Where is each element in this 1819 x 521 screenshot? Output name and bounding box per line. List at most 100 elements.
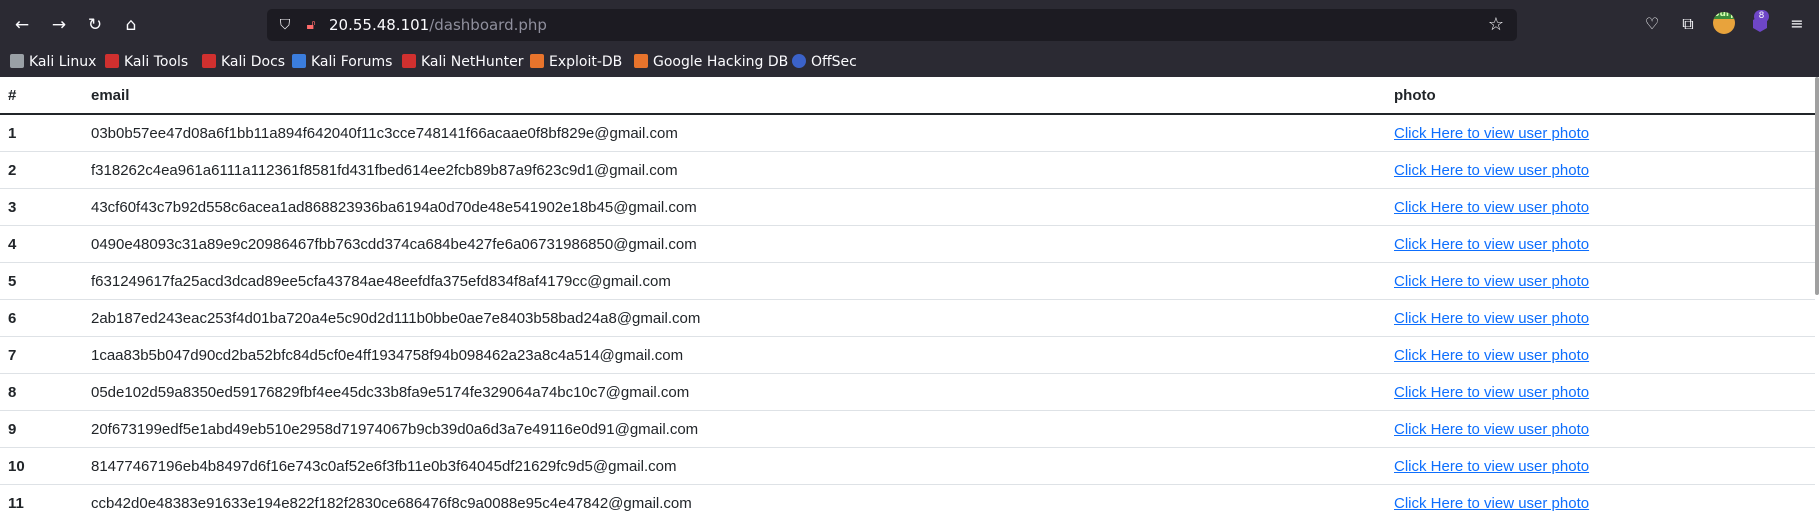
- kali-nethunter-icon: [402, 54, 416, 68]
- url-text[interactable]: 20.55.48.101/dashboard.php: [329, 9, 547, 41]
- bookmark-label: Exploit-DB: [549, 54, 622, 70]
- bookmark-label: Kali Forums: [311, 54, 392, 70]
- bookmark-offsec[interactable]: OffSec: [792, 49, 857, 75]
- row-id: 10: [0, 448, 91, 485]
- burp-extension-icon[interactable]: burp: [1713, 12, 1735, 34]
- row-email: 03b0b57ee47d08a6f1bb11a894f642040f11c3cc…: [91, 114, 1394, 152]
- ghdb-icon: [634, 54, 648, 68]
- back-icon[interactable]: ←: [9, 12, 35, 38]
- view-photo-link[interactable]: Click Here to view user photo: [1394, 495, 1589, 512]
- home-icon[interactable]: ⌂: [118, 12, 144, 38]
- row-photo-cell: Click Here to view user photo: [1394, 152, 1815, 189]
- bookmark-google-hacking-db[interactable]: Google Hacking DB: [634, 49, 788, 75]
- kali-dragon-icon: [10, 54, 24, 68]
- exploit-db-icon: [530, 54, 544, 68]
- table-row: 40490e48093c31a89e9c20986467fbb763cdd374…: [0, 226, 1815, 263]
- row-email: f631249617fa25acd3dcad89ee5cfa43784ae48e…: [91, 263, 1394, 300]
- row-photo-cell: Click Here to view user photo: [1394, 448, 1815, 485]
- table-row: 1081477467196eb4b8497d6f16e743c0af52e6f3…: [0, 448, 1815, 485]
- bookmark-star-icon[interactable]: ☆: [1485, 14, 1507, 36]
- bookmark-kali-forums[interactable]: Kali Forums: [292, 49, 392, 75]
- table-row: 805de102d59a8350ed59176829fbf4ee45dc33b8…: [0, 374, 1815, 411]
- view-photo-link[interactable]: Click Here to view user photo: [1394, 310, 1589, 327]
- row-id: 1: [0, 114, 91, 152]
- menu-icon[interactable]: ≡: [1785, 12, 1809, 36]
- row-email: 43cf60f43c7b92d558c6acea1ad868823936ba61…: [91, 189, 1394, 226]
- table-row: 343cf60f43c7b92d558c6acea1ad868823936ba6…: [0, 189, 1815, 226]
- pocket-icon[interactable]: ♡: [1640, 12, 1664, 36]
- burp-label: burp: [1713, 12, 1735, 19]
- row-email: 05de102d59a8350ed59176829fbf4ee45dc33b8f…: [91, 374, 1394, 411]
- view-photo-link[interactable]: Click Here to view user photo: [1394, 347, 1589, 364]
- view-photo-link[interactable]: Click Here to view user photo: [1394, 421, 1589, 438]
- view-photo-link[interactable]: Click Here to view user photo: [1394, 458, 1589, 475]
- row-id: 7: [0, 337, 91, 374]
- table-row: 71caa83b5b047d90cd2ba52bfc84d5cf0e4ff193…: [0, 337, 1815, 374]
- row-email: 81477467196eb4b8497d6f16e743c0af52e6f3fb…: [91, 448, 1394, 485]
- extensions-icon[interactable]: ⧉: [1676, 12, 1700, 36]
- table-row: 2f318262c4ea961a6111a112361f8581fd431fbe…: [0, 152, 1815, 189]
- url-host: 20.55.48.101: [329, 16, 429, 34]
- row-id: 5: [0, 263, 91, 300]
- header-id: #: [0, 77, 91, 114]
- row-email: 20f673199edf5e1abd49eb510e2958d71974067b…: [91, 411, 1394, 448]
- bookmark-label: OffSec: [811, 54, 857, 70]
- bookmark-label: Kali NetHunter: [421, 54, 523, 70]
- view-photo-link[interactable]: Click Here to view user photo: [1394, 384, 1589, 401]
- header-photo: photo: [1394, 77, 1815, 114]
- bookmark-kali-nethunter[interactable]: Kali NetHunter: [402, 49, 523, 75]
- kali-tools-icon: [105, 54, 119, 68]
- row-photo-cell: Click Here to view user photo: [1394, 300, 1815, 337]
- insecure-lock-icon[interactable]: 🔓︎: [301, 15, 321, 35]
- browser-chrome: ← → ↻ ⌂ ⛉ 🔓︎ 20.55.48.101/dashboard.php …: [0, 0, 1819, 77]
- row-id: 6: [0, 300, 91, 337]
- url-path: /dashboard.php: [429, 16, 547, 34]
- row-id: 11: [0, 485, 91, 521]
- row-photo-cell: Click Here to view user photo: [1394, 263, 1815, 300]
- kali-docs-icon: [202, 54, 216, 68]
- row-id: 4: [0, 226, 91, 263]
- bookmark-label: Kali Linux: [29, 54, 96, 70]
- view-photo-link[interactable]: Click Here to view user photo: [1394, 162, 1589, 179]
- bookmark-label: Kali Docs: [221, 54, 285, 70]
- row-photo-cell: Click Here to view user photo: [1394, 485, 1815, 521]
- bookmark-kali-linux[interactable]: Kali Linux: [10, 49, 96, 75]
- address-bar[interactable]: ⛉ 🔓︎ 20.55.48.101/dashboard.php ☆: [267, 9, 1517, 41]
- extension-badge: 8: [1754, 10, 1769, 23]
- view-photo-link[interactable]: Click Here to view user photo: [1394, 125, 1589, 142]
- view-photo-link[interactable]: Click Here to view user photo: [1394, 273, 1589, 290]
- bookmark-label: Kali Tools: [124, 54, 188, 70]
- bookmarks-toolbar: Kali Linux Kali Tools Kali Docs Kali For…: [0, 49, 1819, 77]
- row-photo-cell: Click Here to view user photo: [1394, 114, 1815, 152]
- row-id: 2: [0, 152, 91, 189]
- row-id: 9: [0, 411, 91, 448]
- kali-forums-icon: [292, 54, 306, 68]
- table-row: 62ab187ed243eac253f4d01ba720a4e5c90d2d11…: [0, 300, 1815, 337]
- bookmark-kali-docs[interactable]: Kali Docs: [202, 49, 285, 75]
- page-scrollbar[interactable]: [1815, 77, 1819, 295]
- view-photo-link[interactable]: Click Here to view user photo: [1394, 199, 1589, 216]
- reload-icon[interactable]: ↻: [82, 12, 108, 38]
- header-email: email: [91, 77, 1394, 114]
- navigation-toolbar: ← → ↻ ⌂ ⛉ 🔓︎ 20.55.48.101/dashboard.php …: [0, 0, 1819, 49]
- row-email: ccb42d0e48383e91633e194e822f182f2830ce68…: [91, 485, 1394, 521]
- row-email: 2ab187ed243eac253f4d01ba720a4e5c90d2d111…: [91, 300, 1394, 337]
- bookmark-exploit-db[interactable]: Exploit-DB: [530, 49, 622, 75]
- row-id: 3: [0, 189, 91, 226]
- table-header-row: # email photo: [0, 77, 1815, 114]
- row-id: 8: [0, 374, 91, 411]
- row-email: 1caa83b5b047d90cd2ba52bfc84d5cf0e4ff1934…: [91, 337, 1394, 374]
- row-photo-cell: Click Here to view user photo: [1394, 411, 1815, 448]
- forward-icon[interactable]: →: [46, 12, 72, 38]
- view-photo-link[interactable]: Click Here to view user photo: [1394, 236, 1589, 253]
- table-row: 920f673199edf5e1abd49eb510e2958d71974067…: [0, 411, 1815, 448]
- row-photo-cell: Click Here to view user photo: [1394, 337, 1815, 374]
- row-email: f318262c4ea961a6111a112361f8581fd431fbed…: [91, 152, 1394, 189]
- bookmark-kali-tools[interactable]: Kali Tools: [105, 49, 188, 75]
- page-content: # email photo 103b0b57ee47d08a6f1bb11a89…: [0, 77, 1819, 508]
- table-row: 5f631249617fa25acd3dcad89ee5cfa43784ae48…: [0, 263, 1815, 300]
- row-photo-cell: Click Here to view user photo: [1394, 374, 1815, 411]
- table-row: 103b0b57ee47d08a6f1bb11a894f642040f11c3c…: [0, 114, 1815, 152]
- offsec-icon: [792, 54, 806, 68]
- shield-icon[interactable]: ⛉: [275, 15, 295, 35]
